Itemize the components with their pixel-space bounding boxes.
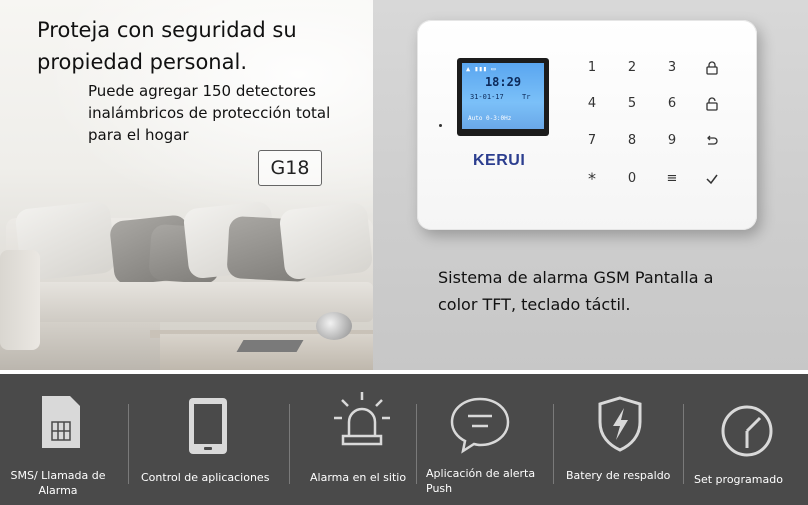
hero-banner: ▲ ▮▮▮ ▭ 18:29 31-01-17 Tr Auto 0-3:0Hz K…: [0, 0, 808, 370]
feature-sms-label-1: SMS/ Llamada de: [10, 469, 106, 482]
screen-footer: Auto 0-3:0Hz: [468, 115, 512, 122]
brand-logo: KERUI: [473, 152, 526, 169]
feature-app-control-label: Control de aplicaciones: [141, 471, 270, 484]
chat-bubble-icon: [450, 397, 510, 454]
check-icon[interactable]: [700, 170, 724, 188]
back-arrow-icon[interactable]: [700, 132, 724, 150]
feature-backup-battery: Batery de respaldo: [554, 374, 683, 505]
subtext: Puede agregar 150 detectores inalámbrico…: [88, 80, 330, 146]
headline-line-2: propiedad personal.: [37, 50, 247, 74]
key-star[interactable]: *: [580, 170, 604, 188]
subtext-line-2: inalámbricos de protección total: [88, 104, 331, 122]
subtext-line-3: para el hogar: [88, 126, 189, 144]
key-4[interactable]: 4: [580, 95, 604, 113]
key-6[interactable]: 6: [660, 95, 684, 113]
key-1[interactable]: 1: [580, 59, 604, 77]
headline: Proteja con seguridad su propiedad perso…: [37, 14, 297, 78]
feature-sms: SMS/ Llamada de Alarma: [0, 374, 128, 505]
shield-bolt-icon: [598, 396, 642, 452]
tablet-icon: [189, 398, 227, 454]
screen-day: Tr: [522, 93, 531, 101]
product-caption: Sistema de alarma GSM Pantalla a color T…: [438, 264, 713, 318]
tft-screen: ▲ ▮▮▮ ▭ 18:29 31-01-17 Tr Auto 0-3:0Hz: [457, 58, 549, 136]
key-7[interactable]: 7: [580, 132, 604, 150]
headline-line-1: Proteja con seguridad su: [37, 18, 297, 42]
screen-date: 31-01-17: [470, 93, 504, 101]
key-3[interactable]: 3: [660, 59, 684, 77]
feature-push-alert: Aplicación de alerta Push: [417, 374, 553, 505]
siren-icon: [334, 392, 390, 446]
feature-schedule: Set programado: [684, 374, 808, 505]
feature-sms-label-2: Alarma: [38, 484, 78, 497]
clock-icon: [721, 405, 773, 457]
feature-push-alert-label-1: Aplicación de alerta: [426, 467, 536, 480]
key-2[interactable]: 2: [620, 59, 644, 77]
subtext-line-1: Puede agregar 150 detectores: [88, 82, 316, 100]
lock-open-icon[interactable]: [700, 95, 724, 113]
lock-closed-icon[interactable]: [700, 59, 724, 77]
feature-bar: SMS/ Llamada de Alarma Control de aplica…: [0, 374, 808, 505]
status-led: [439, 124, 442, 127]
feature-onsite-alarm: Alarma en el sitio: [290, 374, 416, 505]
feature-app-control: Control de aplicaciones: [129, 374, 289, 505]
key-menu[interactable]: ≡: [660, 170, 684, 188]
key-5[interactable]: 5: [620, 95, 644, 113]
feature-backup-battery-label: Batery de respaldo: [566, 469, 671, 482]
alarm-panel-device: ▲ ▮▮▮ ▭ 18:29 31-01-17 Tr Auto 0-3:0Hz K…: [417, 20, 757, 230]
model-badge: G18: [258, 150, 322, 186]
key-0[interactable]: 0: [620, 170, 644, 188]
feature-push-alert-label-2: Push: [426, 482, 453, 495]
feature-onsite-alarm-label: Alarma en el sitio: [310, 471, 407, 484]
feature-schedule-label: Set programado: [694, 473, 783, 486]
key-8[interactable]: 8: [620, 132, 644, 150]
caption-line-2: color TFT, teclado táctil.: [438, 295, 631, 314]
key-9[interactable]: 9: [660, 132, 684, 150]
signal-status-icon: ▲ ▮▮▮ ▭: [466, 65, 496, 73]
sim-card-icon: [42, 396, 80, 448]
screen-time: 18:29: [484, 75, 522, 89]
caption-line-1: Sistema de alarma GSM Pantalla a: [438, 268, 714, 287]
